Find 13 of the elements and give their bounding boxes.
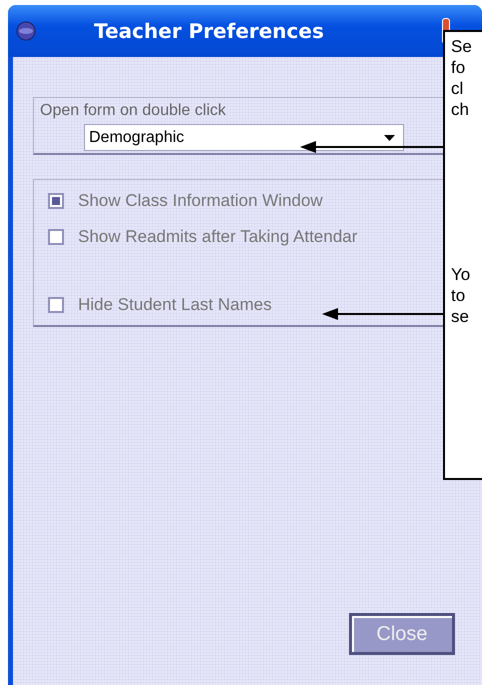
caret-icon [384, 134, 395, 140]
callout-text: Se fo cl ch [451, 36, 473, 120]
checkbox-label: Show Class Information Window [78, 191, 323, 211]
checkbox[interactable] [48, 297, 64, 313]
callout-text: Yo to se [451, 264, 472, 327]
checkbox-label: Hide Student Last Names [78, 295, 272, 315]
form-dropdown[interactable]: Demographic [84, 124, 404, 151]
field-label: Open form on double click [40, 102, 226, 120]
app-icon [16, 21, 36, 41]
checkbox[interactable] [48, 229, 64, 245]
checkbox-label: Show Readmits after Taking Attendar [78, 227, 358, 247]
window-title: Teacher Preferences [94, 19, 324, 43]
checkbox[interactable] [48, 193, 64, 209]
